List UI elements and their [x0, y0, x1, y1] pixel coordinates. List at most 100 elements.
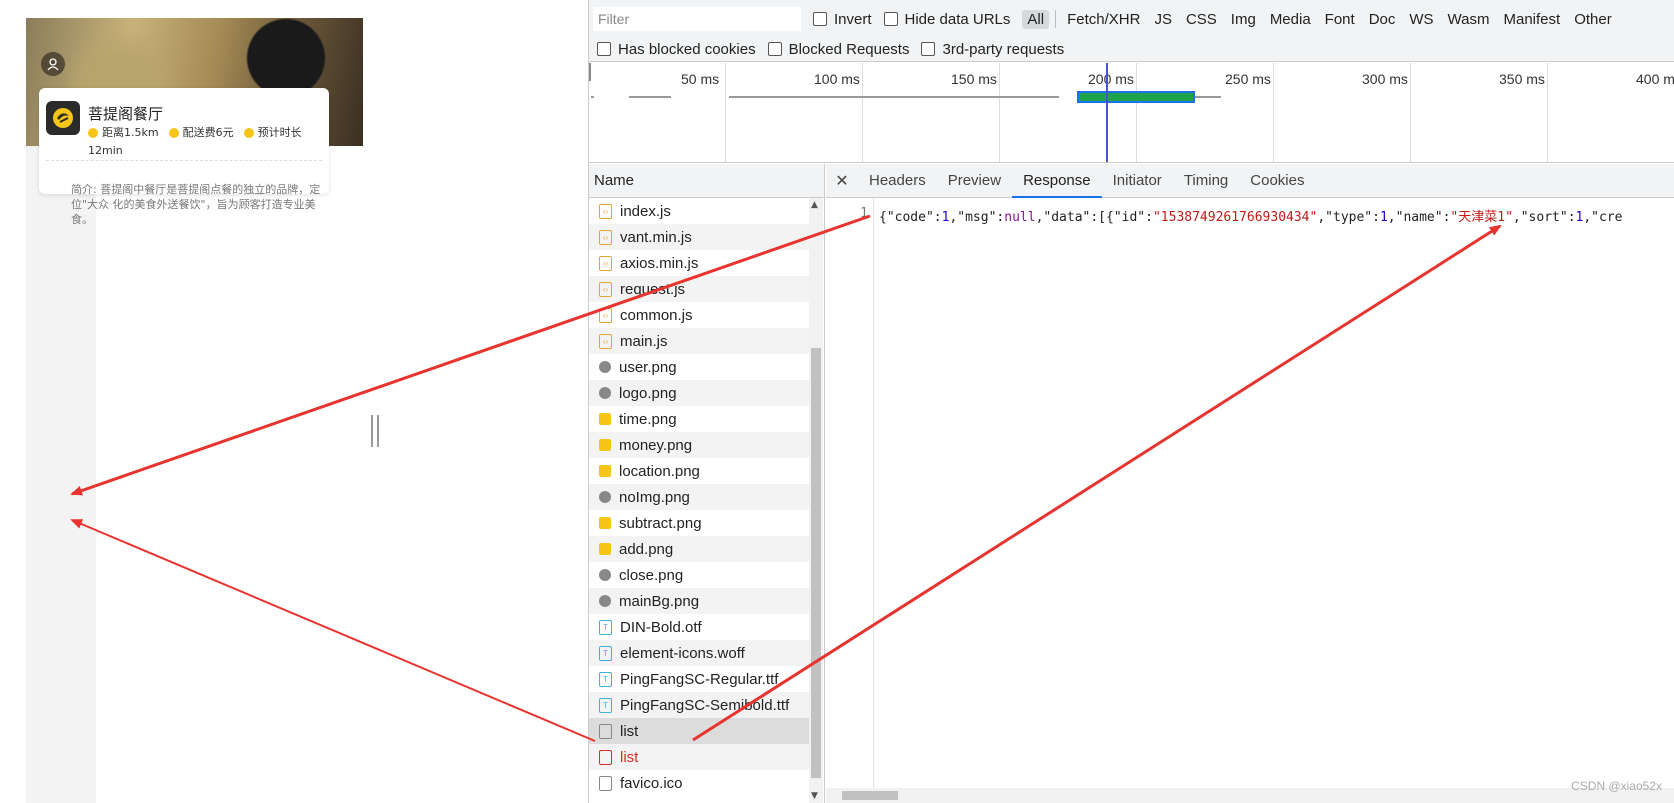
eta-label: 预计时长 [257, 126, 302, 139]
request-row[interactable]: ‹› axios.min.js [589, 250, 809, 276]
request-name: time.png [619, 410, 677, 428]
request-name-panel: Name ‹› index.js ‹› vant.min.js ‹› axios.min.… [589, 164, 825, 803]
scroll-down-icon[interactable]: ▼ [811, 791, 818, 801]
request-name: favico.ico [620, 774, 683, 792]
user-icon[interactable] [41, 52, 65, 76]
request-row[interactable]: ‹› vant.min.js [589, 224, 809, 250]
request-row[interactable]: subtract.png [589, 510, 809, 536]
request-name: common.js [620, 306, 693, 324]
request-row[interactable]: Telement-icons.woff [589, 640, 809, 666]
json-token: ,"type": [1317, 210, 1380, 225]
request-name: subtract.png [619, 514, 702, 532]
request-row[interactable]: money.png [589, 432, 809, 458]
third-party-label: 3rd-party requests [942, 40, 1065, 58]
timeline-overview[interactable]: 50 ms 100 ms 150 ms 200 ms 250 ms 300 ms… [589, 63, 1674, 163]
hide-data-urls-label: Hide data URLs [904, 10, 1011, 28]
request-name: money.png [619, 436, 693, 454]
invert-checkbox[interactable]: Invert [813, 11, 872, 28]
request-row[interactable]: location.png [589, 458, 809, 484]
request-list: ‹› index.js ‹› vant.min.js ‹› axios.min.js ‹› r… [589, 198, 809, 803]
type-filter-ws[interactable]: WS [1404, 10, 1438, 29]
request-name: location.png [619, 462, 700, 480]
type-filter-css[interactable]: CSS [1181, 10, 1222, 29]
hide-data-urls-checkbox[interactable]: Hide data URLs [883, 10, 1011, 28]
tick-line [725, 63, 726, 162]
type-filter-media[interactable]: Media [1265, 10, 1316, 29]
type-filter-font[interactable]: Font [1320, 10, 1360, 29]
request-name: request.js [620, 280, 686, 298]
document-file-icon [599, 723, 612, 739]
tab-response[interactable]: Response [1012, 164, 1102, 198]
request-name: DIN-Bold.otf [620, 618, 702, 636]
line-number: 1 [860, 206, 868, 221]
close-icon[interactable]: ✕ [826, 171, 858, 191]
network-filter-bar: Invert Hide data URLs All Fetch/XHR JS C… [589, 0, 1674, 62]
request-row[interactable]: logo.png [589, 380, 809, 406]
request-row[interactable]: user.png [589, 354, 809, 380]
image-file-icon [599, 543, 611, 555]
image-file-icon [599, 413, 611, 425]
document-file-icon [599, 775, 612, 791]
request-row[interactable]: noImg.png [589, 484, 809, 510]
tick-label: 100 ms [814, 71, 860, 87]
request-row[interactable]: T PingFangSC-Regular.ttf [589, 666, 809, 692]
type-filter-fetch-xhr[interactable]: Fetch/XHR [1062, 10, 1145, 29]
scrollbar-thumb[interactable] [811, 348, 821, 778]
tab-cookies[interactable]: Cookies [1239, 164, 1315, 198]
request-row[interactable]: close.png [589, 562, 809, 588]
timing-bar [629, 96, 671, 98]
checkbox-box [921, 42, 936, 56]
request-list-scrollbar[interactable]: ▲ ▼ [809, 198, 823, 803]
request-row[interactable]: ‹› index.js [589, 198, 809, 224]
tab-headers[interactable]: Headers [858, 164, 937, 198]
type-filter-manifest[interactable]: Manifest [1499, 10, 1566, 29]
request-row[interactable]: favico.ico [589, 770, 809, 796]
panel-resize-handle[interactable] [371, 415, 379, 447]
request-detail-panel: ✕ Headers Preview Response Initiator Tim… [826, 164, 1674, 803]
third-party-checkbox[interactable]: 3rd-party requests [921, 41, 1064, 58]
script-file-icon: ‹› [599, 203, 612, 219]
tick-label: 50 ms [681, 71, 720, 87]
script-file-icon: ‹› [599, 255, 612, 271]
request-row[interactable]: ‹› main.js [589, 328, 809, 354]
time-cursor [1106, 63, 1108, 162]
image-file-icon [599, 517, 611, 529]
response-body[interactable]: {"code": 1 ,"msg":null,"data":[{"id":"1538… [879, 206, 1674, 225]
checkbox-box [883, 12, 898, 26]
has-blocked-cookies-checkbox[interactable]: Has blocked cookies [597, 41, 756, 58]
tab-initiator[interactable]: Initiator [1102, 164, 1173, 198]
type-filter-img[interactable]: Img [1226, 10, 1261, 29]
request-row[interactable]: ‹› request.js [589, 276, 809, 302]
request-row[interactable]: list [589, 718, 809, 744]
has-blocked-cookies-label: Has blocked cookies [618, 40, 756, 58]
name-column-header[interactable]: Name [589, 164, 824, 198]
type-filter-all[interactable]: All [1022, 9, 1050, 29]
request-row[interactable]: T DIN-Bold.otf [589, 614, 809, 640]
json-token: ,"cre [1583, 210, 1623, 225]
request-row[interactable]: mainBg.png [589, 588, 809, 614]
request-row[interactable]: time.png [589, 406, 809, 432]
type-filter-doc[interactable]: Doc [1364, 10, 1401, 29]
image-file-icon [599, 361, 611, 373]
scroll-up-icon[interactable]: ▲ [811, 200, 818, 210]
blocked-requests-checkbox[interactable]: Blocked Requests [767, 41, 909, 58]
shop-name: 菩提阁餐厅 [88, 105, 164, 123]
request-row[interactable]: list [589, 744, 809, 770]
scrollbar-thumb[interactable] [842, 791, 898, 800]
tab-preview[interactable]: Preview [937, 164, 1012, 198]
filter-input[interactable] [593, 7, 801, 31]
type-filter-js[interactable]: JS [1149, 10, 1177, 29]
checkbox-box [813, 12, 827, 26]
type-filter-other[interactable]: Other [1569, 10, 1617, 29]
request-row[interactable]: add.png [589, 536, 809, 562]
tick-line [1136, 63, 1137, 162]
tab-timing[interactable]: Timing [1173, 164, 1239, 198]
image-file-icon [599, 387, 611, 399]
type-filter-wasm[interactable]: Wasm [1443, 10, 1495, 29]
tick-line [862, 63, 863, 162]
response-horizontal-scrollbar[interactable] [826, 788, 1674, 803]
request-row[interactable]: ‹› common.js [589, 302, 809, 328]
shop-info-card: 菩提阁餐厅 距离1.5km 配送费6元 预计时长 12min [39, 88, 329, 194]
devtools-network-panel: Invert Hide data URLs All Fetch/XHR JS C… [588, 0, 1674, 803]
request-row[interactable]: T PingFangSC-Semibold.ttf [589, 692, 809, 718]
